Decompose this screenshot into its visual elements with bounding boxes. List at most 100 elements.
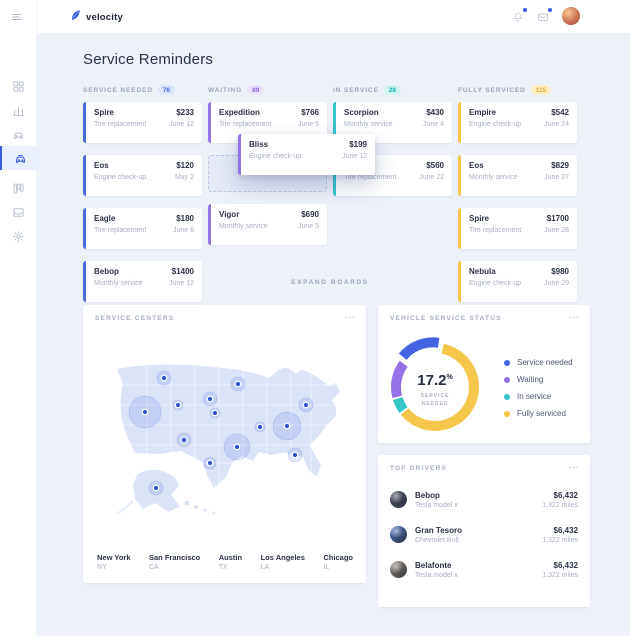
sidebar-item-grid[interactable]: [0, 74, 36, 98]
driver-vehicle: Tesla model x: [415, 572, 542, 579]
vehicle-card[interactable]: Eos $829 Monthly service June 27: [458, 155, 577, 196]
city-state: LA: [261, 564, 305, 571]
service-type: Tire replacement: [344, 174, 396, 181]
more-menu-icon[interactable]: [568, 457, 581, 471]
driver-earnings: $6,432: [542, 526, 578, 535]
map-marker[interactable]: [231, 377, 245, 391]
sidebar-item-car-service[interactable]: [0, 146, 38, 170]
city-name: New York: [97, 553, 131, 562]
notification-dot: [523, 8, 527, 12]
bell-icon[interactable]: [512, 10, 524, 22]
legend-color-dot: [504, 377, 510, 383]
vehicle-card[interactable]: Spire $1700 Tire replacement June 28: [458, 208, 577, 249]
driver-row[interactable]: Gran Tesoro Chevrolet Bolt $6,432 1,322 …: [390, 517, 578, 552]
vehicle-card[interactable]: Vigor $690 Monthly service June 5: [208, 204, 327, 245]
kanban-icon: [12, 182, 25, 195]
legend-color-dot: [504, 411, 510, 417]
map-marker[interactable]: [288, 448, 302, 462]
sidebar-item-bar-chart[interactable]: [0, 98, 36, 122]
map-marker[interactable]: [173, 400, 183, 410]
city-item: Austin TX: [219, 553, 242, 571]
city-state: CA: [149, 564, 200, 571]
vehicle-card[interactable]: Eagle $180 Tire replacement June 6: [83, 208, 202, 249]
driver-row[interactable]: Belafonte Tesla model x $6,432 1,322 mil…: [390, 552, 578, 587]
driver-name: Gran Tesoro: [415, 526, 542, 535]
vehicle-card[interactable]: Spire $233 Tire replacement June 12: [83, 102, 202, 143]
legend-item: Service needed: [504, 354, 573, 371]
app-window: velocity Service Reminders SERVICE NEEDE…: [0, 0, 630, 636]
donut-segment-fully-serviced[interactable]: [405, 349, 474, 426]
main-content: Service Reminders SERVICE NEEDED 76 Spir…: [36, 33, 630, 636]
city-item: New York NY: [97, 553, 131, 571]
donut-segment-in-service[interactable]: [398, 399, 404, 410]
vehicle-name: Vigor: [219, 210, 239, 219]
column-count-badge: 89: [247, 85, 264, 95]
legend-label: Waiting: [517, 375, 543, 384]
driver-miles: 1,322 miles: [542, 572, 578, 579]
service-centers-panel: SERVICE CENTERS New York NY: [83, 305, 366, 583]
driver-car-photo: [390, 526, 407, 543]
menu-icon[interactable]: [11, 10, 25, 24]
column-cards: Spire $233 Tire replacement June 12 Eos …: [83, 102, 202, 302]
car-service-icon: [14, 152, 27, 165]
column-header: WAITING 89: [208, 83, 327, 97]
donut-segment-waiting[interactable]: [396, 364, 404, 397]
city-state: TX: [219, 564, 242, 571]
city-name: Austin: [219, 553, 242, 562]
service-date: June 12: [342, 153, 367, 160]
service-date: June 6: [173, 227, 194, 234]
map-marker[interactable]: [157, 371, 171, 385]
driver-miles: 1,322 miles: [542, 537, 578, 544]
vehicle-card[interactable]: Eos $120 Engine check-up May 2: [83, 155, 202, 196]
service-price: $690: [301, 210, 319, 219]
vehicle-name: Expedition: [219, 108, 260, 117]
driver-row[interactable]: Bebop Tesla model x $6,432 1,322 miles: [390, 482, 578, 517]
column-header: IN SERVICE 28: [333, 83, 452, 97]
vehicle-card[interactable]: Empire $542 Engine check-up June 24: [458, 102, 577, 143]
chart-legend: Service needed Waiting In service Fully …: [504, 354, 573, 422]
driver-name: Belafonte: [415, 561, 542, 570]
city-name: Los Angeles: [261, 553, 305, 562]
map-marker[interactable]: [224, 434, 250, 460]
map-marker[interactable]: [177, 433, 191, 447]
service-date: June 24: [544, 121, 569, 128]
top-bar: velocity: [0, 0, 630, 33]
service-price: $180: [176, 214, 194, 223]
service-date: May 2: [175, 174, 194, 181]
service-price: $829: [551, 161, 569, 170]
map-marker[interactable]: [129, 396, 161, 428]
vehicle-service-status-panel: VEHICLE SERVICE STATUS 17.2% SERVICE NEE…: [378, 305, 590, 443]
map-marker[interactable]: [299, 398, 313, 412]
map-marker[interactable]: [204, 457, 216, 469]
expand-boards-button[interactable]: EXPAND BOARDS: [83, 279, 577, 286]
logo[interactable]: velocity: [69, 8, 123, 26]
city-state: IL: [323, 564, 353, 571]
legend-item: Fully serviced: [504, 405, 573, 422]
more-menu-icon[interactable]: [568, 307, 581, 321]
sidebar-item-inbox[interactable]: [0, 200, 36, 224]
vehicle-name: Spire: [469, 214, 489, 223]
column-label: FULLY SERVICED: [458, 87, 526, 94]
city-name: San Francisco: [149, 553, 200, 562]
map-marker[interactable]: [255, 422, 265, 432]
mail-icon[interactable]: [537, 10, 549, 22]
sidebar-item-kanban[interactable]: [0, 176, 36, 200]
service-price: $560: [426, 161, 444, 170]
sidebar-item-gear[interactable]: [0, 224, 36, 248]
map-marker[interactable]: [210, 408, 220, 418]
dragged-card[interactable]: Bliss $199 Engine check-up June 12: [238, 134, 375, 175]
sidebar-item-car[interactable]: [0, 122, 36, 146]
more-menu-icon[interactable]: [344, 307, 357, 321]
map-marker[interactable]: [273, 412, 301, 440]
column-cards: Empire $542 Engine check-up June 24 Eos …: [458, 102, 577, 302]
city-item: San Francisco CA: [149, 553, 200, 571]
donut-segment-service-needed[interactable]: [403, 342, 439, 356]
bar-chart-icon: [12, 104, 25, 117]
map-marker[interactable]: [203, 392, 217, 406]
map-marker[interactable]: [149, 481, 163, 495]
user-avatar[interactable]: [562, 7, 580, 25]
service-price: $120: [176, 161, 194, 170]
service-price: $980: [551, 267, 569, 276]
vehicle-name: Eos: [94, 161, 109, 170]
driver-vehicle: Tesla model x: [415, 502, 542, 509]
